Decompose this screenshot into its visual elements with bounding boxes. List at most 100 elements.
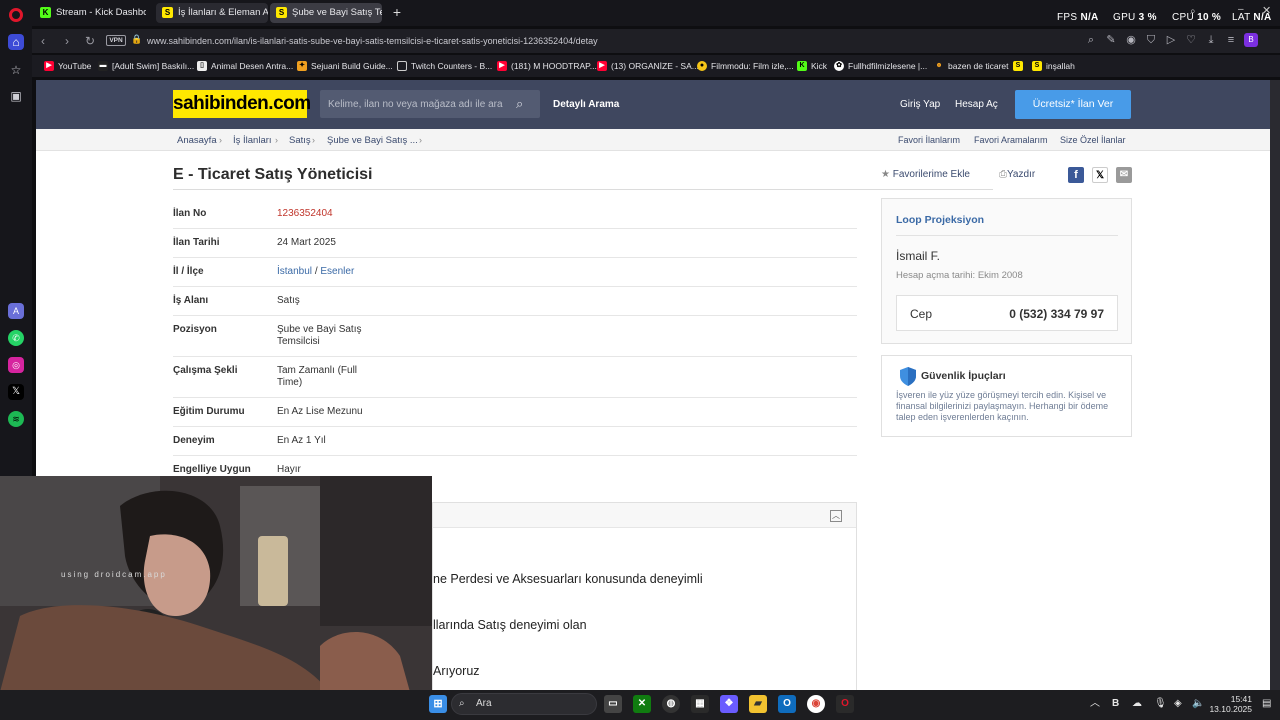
taskbar-search[interactable]: ⌕ Ara [451,693,597,715]
bookmark-bazen-de-ticaret[interactable]: ☻ bazen de ticaret [934,60,1008,72]
seller-card: Loop Projeksiyon İsmail F. Hesap açma ta… [881,198,1132,344]
tray-network-icon[interactable]: ☁ [1132,698,1142,710]
volume-icon[interactable]: 🔈 [1192,698,1204,710]
folder-icon: ☻ [935,62,943,69]
personalized-ads-link[interactable]: Size Özel İlanlar [1060,135,1126,146]
phone-number[interactable]: 0 (532) 334 79 97 [1009,307,1104,321]
whatsapp-icon[interactable]: ✆ [8,330,24,346]
outlook-icon[interactable]: O [778,695,796,713]
bookmark-hoodtrap[interactable]: ▶ (181) M HOODTRAP... [497,60,597,72]
notifications-icon[interactable]: ▤ [1262,698,1271,710]
task-view-icon[interactable]: ▭ [604,695,622,713]
detail-row-calisma-sekli: Çalışma Şekli Tam Zamanlı (Full Time) [173,357,857,398]
city-link[interactable]: İstanbul [277,266,312,277]
bookmark-insallah[interactable]: Sinşallah [1032,60,1075,72]
bookmark-organize[interactable]: ▶ (13) ORGANİZE - SA... [597,60,699,72]
x-icon[interactable]: 𝕏 [8,384,24,400]
star-icon[interactable]: ☆ [8,62,24,78]
bookmark-animal-desen[interactable]: ▯ Animal Desen Antra... [197,60,293,72]
detail-label: Eğitim Durumu [173,406,245,417]
bookmark-sejuani[interactable]: ✦ Sejuani Build Guide... [297,60,393,72]
print-button[interactable]: ⎙Yazdır [999,168,1035,181]
opera-gx-icon[interactable]: O [836,695,854,713]
sahibinden-icon: S [276,7,287,18]
taskbar-clock[interactable]: 15:41 13.10.2025 [1204,694,1252,714]
detailed-search-link[interactable]: Detaylı Arama [553,98,619,111]
download-icon[interactable]: ⤓ [1204,33,1218,47]
bookmark-twitch-counters[interactable]: Twitch Counters - B... [397,60,492,72]
x-share-icon[interactable]: 𝕏 [1092,167,1108,183]
back-icon[interactable]: ‹ [41,32,45,50]
search-icon[interactable]: ⌕ [516,96,532,112]
opera-logo-icon[interactable] [9,8,23,22]
shield-icon[interactable]: ⛉ [1144,33,1158,47]
detail-value: En Az Lise Mezunu [277,406,363,417]
vpn-badge[interactable]: VPN [106,35,126,46]
close-icon[interactable]: ✕ [1262,4,1271,17]
breadcrumb-home[interactable]: Anasayfa [177,135,217,146]
collapse-icon[interactable]: ︿ [830,510,842,522]
home-icon[interactable]: ⌂ [8,34,24,50]
tray-chevron-icon[interactable]: ︿ [1090,698,1100,710]
heart-icon[interactable]: ♡ [1184,33,1198,47]
email-share-icon[interactable]: ✉ [1116,167,1132,183]
lock-icon[interactable]: 🔒 [131,34,142,45]
add-favorite-button[interactable]: ★ Favorilerime Ekle [881,168,970,181]
wallet-icon[interactable]: ▣ [8,88,24,104]
chrome-icon[interactable]: ◉ [807,695,825,713]
facebook-share-icon[interactable]: f [1068,167,1084,183]
store-icon[interactable]: ▦ [691,695,709,713]
breadcrumb-satis[interactable]: Satış [289,135,311,146]
xbox-icon[interactable]: ✕ [633,695,651,713]
gpu-readout: GPU 3 % [1113,12,1157,23]
seller-since: Hesap açma tarihi: Ekim 2008 [896,270,1023,281]
edit-icon[interactable]: ✎ [1104,33,1118,47]
aria-icon[interactable]: A [8,303,24,319]
windows-start-icon[interactable]: ⊞ [429,695,447,713]
reload-icon[interactable]: ↻ [85,32,95,50]
minimize-icon[interactable]: – [1238,4,1244,15]
post-ad-button[interactable]: Ücretsiz* İlan Ver [1015,90,1131,119]
spotify-icon[interactable]: ≋ [8,411,24,427]
bookmark-sahibinden[interactable]: S [1013,60,1027,72]
breadcrumb-is-ilanlari[interactable]: İş İlanları [233,135,272,146]
bookmark-adult-swim[interactable]: ▬ [Adult Swim] Baskılı... [98,60,194,72]
site-logo[interactable]: sahibinden.com [173,90,311,118]
breadcrumb-separator: › [275,135,278,145]
file-explorer-icon[interactable]: ▰ [749,695,767,713]
bookmark-kick[interactable]: K Kick [797,60,827,72]
search-input[interactable] [328,96,508,112]
tray-app-icon[interactable]: B [1112,698,1119,710]
menu-icon[interactable]: ≡ [1224,33,1238,47]
seller-company-link[interactable]: Loop Projeksiyon [896,214,984,227]
favorite-searches-link[interactable]: Favori Aramalarım [974,135,1048,146]
bookmark-fullhdfilm[interactable]: ✿ Fullhdfilmizlesene |... [834,60,927,72]
profile-icon[interactable]: B [1244,33,1258,47]
description-header: ︿ [433,503,856,528]
tab-kick-dashboard[interactable]: K Stream - Kick Dashboard [34,3,146,23]
location-separator: / [314,266,318,277]
camera-icon[interactable]: ◉ [1124,33,1138,47]
wifi-icon[interactable]: ◈ [1174,698,1182,710]
phone-box[interactable]: Cep 0 (532) 334 79 97 [896,295,1118,331]
tab-is-ilanlari[interactable]: S İş İlanları & Eleman Arayanlar [156,3,268,23]
find-icon[interactable]: ⌕ [1084,33,1098,47]
instagram-icon[interactable]: ◎ [8,357,24,373]
steam-icon[interactable]: ◍ [662,695,680,713]
forward-icon[interactable]: › [65,32,69,50]
breadcrumb-sube-bayi[interactable]: Şube ve Bayi Satış ... [327,135,418,146]
login-link[interactable]: Giriş Yap [900,98,940,111]
search-tabs-icon[interactable]: ⌕ [1190,6,1196,17]
district-link[interactable]: Esenler [320,266,354,277]
bookmark-filmmodu[interactable]: ● Filmmodu: Film izle,... [697,60,794,72]
favorite-ads-link[interactable]: Favori İlanlarım [898,135,960,146]
copilot-icon[interactable]: ❖ [720,695,738,713]
microphone-icon[interactable]: 🎙 [1154,698,1167,710]
new-tab-button[interactable]: + [390,5,404,19]
kick-icon: K [40,7,51,18]
tab-sube-bayi[interactable]: S Şube ve Bayi Satış Temsilcisi [270,3,382,23]
page-scrollbar[interactable] [1270,80,1280,690]
register-link[interactable]: Hesap Aç [955,98,998,111]
bookmark-youtube[interactable]: ▶ YouTube [44,60,91,72]
play-icon[interactable]: ▷ [1164,33,1178,47]
